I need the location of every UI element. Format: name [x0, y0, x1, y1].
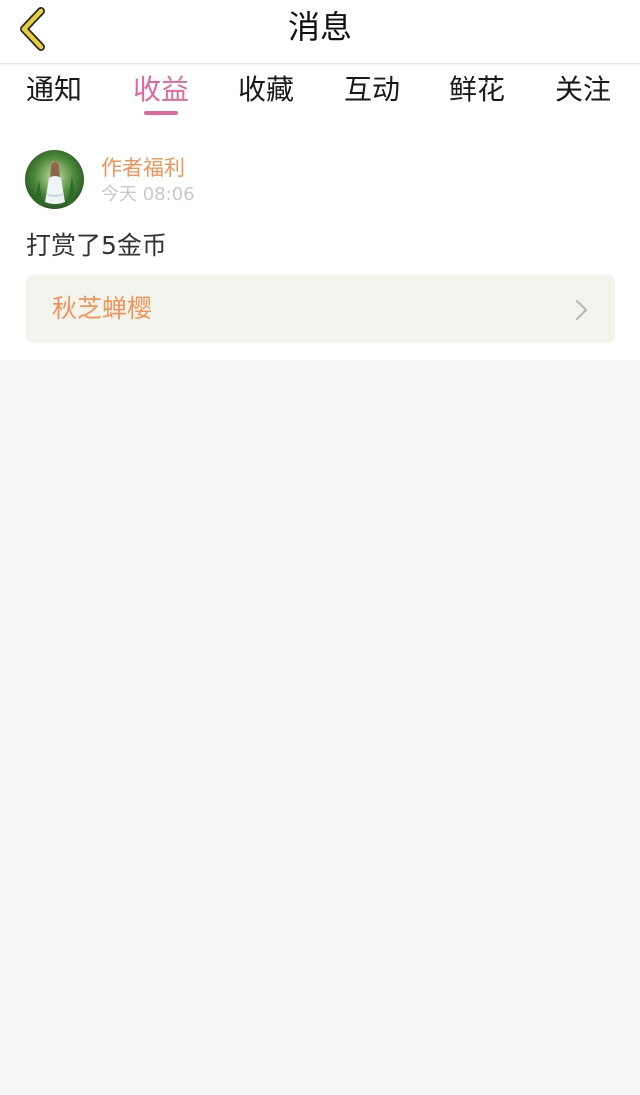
- top-nav-bar: 消息: [0, 0, 640, 64]
- message-body: 打赏了5金币: [26, 231, 167, 260]
- tab-flowers[interactable]: 鲜花: [432, 65, 522, 122]
- author-name[interactable]: 作者福利: [101, 152, 185, 182]
- work-link-card[interactable]: 秋芝蝉樱: [26, 275, 615, 343]
- page-title: 消息: [287, 8, 352, 46]
- chevron-right-icon: [575, 299, 588, 321]
- tab-bar: 通知 收益 收藏 互动 鲜花 关注: [0, 65, 640, 122]
- message-timestamp: 今天 08:06: [101, 184, 195, 205]
- active-tab-indicator: [144, 111, 178, 115]
- tab-notifications[interactable]: 通知: [9, 65, 99, 122]
- tab-earnings[interactable]: 收益: [116, 65, 206, 122]
- avatar[interactable]: [25, 150, 84, 209]
- tab-interactions[interactable]: 互动: [327, 65, 417, 122]
- message-item: 作者福利 今天 08:06 打赏了5金币 秋芝蝉樱: [0, 122, 640, 360]
- tab-follows[interactable]: 关注: [538, 65, 628, 122]
- tab-favorites[interactable]: 收藏: [221, 65, 311, 122]
- work-title: 秋芝蝉樱: [52, 294, 153, 323]
- tab-earnings-label: 收益: [132, 73, 189, 106]
